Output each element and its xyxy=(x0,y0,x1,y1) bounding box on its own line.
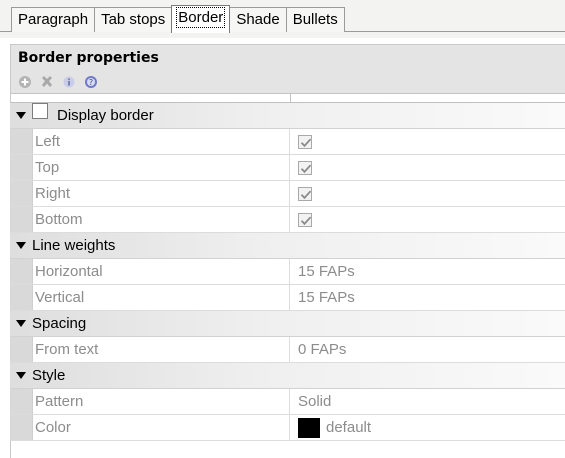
property-name: Right xyxy=(32,181,290,206)
column-header xyxy=(10,94,565,103)
collapse-triangle-icon[interactable] xyxy=(10,103,32,128)
property-name: Pattern xyxy=(32,389,290,414)
bottom-checkbox[interactable] xyxy=(298,212,312,227)
tab-bullets[interactable]: Bullets xyxy=(285,7,345,32)
property-value[interactable]: 15 FAPs xyxy=(290,259,565,284)
property-row-from-text[interactable]: From text 0 FAPs xyxy=(10,337,565,363)
property-row-color[interactable]: Color default xyxy=(10,415,565,441)
column-divider[interactable] xyxy=(290,94,291,102)
from-text-value: 0 FAPs xyxy=(298,341,347,358)
property-name: Left xyxy=(32,129,290,154)
row-gutter xyxy=(10,181,32,206)
row-gutter xyxy=(10,259,32,284)
left-checkbox[interactable] xyxy=(298,134,312,149)
add-icon[interactable] xyxy=(17,74,33,90)
color-value: default xyxy=(326,419,372,436)
svg-text:?: ? xyxy=(89,78,93,87)
tab-shade[interactable]: Shade xyxy=(229,7,287,32)
category-spacing[interactable]: Spacing xyxy=(10,311,565,337)
property-row-pattern[interactable]: Pattern Solid xyxy=(10,389,565,415)
tab-strip: Paragraph Tab stops Border Shade Bullets xyxy=(0,0,565,38)
row-gutter xyxy=(10,129,32,154)
category-line-weights[interactable]: Line weights xyxy=(10,233,565,259)
panel-toolbar: ? xyxy=(10,71,565,94)
tab-label: Border xyxy=(176,7,226,28)
row-gutter xyxy=(10,337,32,362)
tab-label: Paragraph xyxy=(18,11,89,28)
property-value[interactable]: Solid xyxy=(290,389,565,414)
tab-border[interactable]: Border xyxy=(171,5,231,33)
property-name: Top xyxy=(32,155,290,180)
property-row-left[interactable]: Left xyxy=(10,129,565,155)
tab-tab-stops[interactable]: Tab stops xyxy=(94,7,173,32)
collapse-triangle-icon[interactable] xyxy=(10,233,32,258)
property-value[interactable] xyxy=(290,155,565,180)
top-checkbox[interactable] xyxy=(298,160,312,175)
property-row-right[interactable]: Right xyxy=(10,181,565,207)
property-name: Bottom xyxy=(32,207,290,232)
category-label: Display border xyxy=(57,107,154,124)
row-gutter xyxy=(10,389,32,414)
panel-header: Border properties xyxy=(10,44,565,71)
delete-icon[interactable] xyxy=(39,74,55,90)
help-icon[interactable]: ? xyxy=(83,74,99,90)
info-icon[interactable] xyxy=(61,74,77,90)
row-gutter xyxy=(10,207,32,232)
property-value[interactable] xyxy=(290,181,565,206)
category-label: Style xyxy=(32,367,66,384)
collapse-triangle-icon[interactable] xyxy=(10,311,32,336)
tab-label: Bullets xyxy=(292,11,338,28)
property-panel: Border properties ? Display border Left xyxy=(10,44,565,458)
property-grid: Display border Left Top Right Bottom Lin… xyxy=(10,103,565,441)
tabs: Paragraph Tab stops Border Shade Bullets xyxy=(11,5,345,33)
category-style[interactable]: Style xyxy=(10,363,565,389)
collapse-triangle-icon[interactable] xyxy=(10,363,32,388)
property-row-top[interactable]: Top xyxy=(10,155,565,181)
property-row-vertical[interactable]: Vertical 15 FAPs xyxy=(10,285,565,311)
property-value[interactable] xyxy=(290,129,565,154)
property-name: Vertical xyxy=(32,285,290,310)
tab-label: Shade xyxy=(236,11,280,28)
row-gutter xyxy=(10,285,32,310)
property-name: From text xyxy=(32,337,290,362)
category-label: Spacing xyxy=(32,315,87,332)
property-name: Color xyxy=(32,415,290,440)
horizontal-weight-value: 15 FAPs xyxy=(298,263,355,280)
property-value[interactable] xyxy=(290,207,565,232)
property-value[interactable]: 15 FAPs xyxy=(290,285,565,310)
property-row-horizontal[interactable]: Horizontal 15 FAPs xyxy=(10,259,565,285)
tab-paragraph[interactable]: Paragraph xyxy=(11,7,96,32)
property-value[interactable]: default xyxy=(290,415,565,440)
property-value[interactable]: 0 FAPs xyxy=(290,337,565,362)
vertical-weight-value: 15 FAPs xyxy=(298,289,355,306)
row-gutter xyxy=(10,415,32,440)
pattern-value: Solid xyxy=(298,393,332,410)
display-border-checkbox[interactable] xyxy=(32,103,48,119)
tab-label: Tab stops xyxy=(101,11,166,28)
color-swatch[interactable] xyxy=(298,417,320,438)
category-label: Line weights xyxy=(32,237,116,254)
property-name: Horizontal xyxy=(32,259,290,284)
category-display-border[interactable]: Display border xyxy=(10,103,565,129)
panel-title: Border properties xyxy=(18,50,159,66)
row-gutter xyxy=(10,155,32,180)
property-row-bottom[interactable]: Bottom xyxy=(10,207,565,233)
right-checkbox[interactable] xyxy=(298,186,312,201)
